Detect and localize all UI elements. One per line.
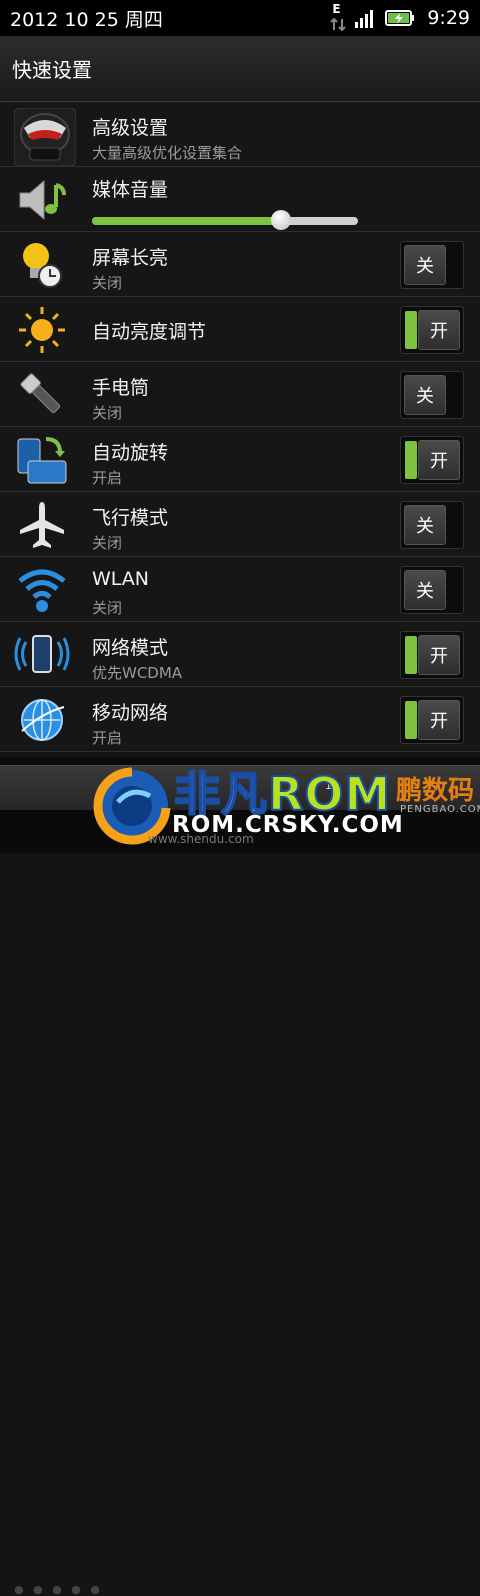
row-media-volume: 媒体音量 xyxy=(0,167,480,232)
toggle-label: 关 xyxy=(404,245,446,285)
settings-list: 高级设置 大量高级优化设置集合 媒体音量 屏幕长亮 关闭 关 自动亮度调节 开 … xyxy=(0,102,480,752)
wlan-subtitle: 关闭 xyxy=(92,599,123,617)
toggle-label: 关 xyxy=(404,375,446,415)
network-mode-subtitle: 优先WCDMA xyxy=(92,664,183,682)
page-title: 快速设置 xyxy=(12,58,92,82)
airplane-icon xyxy=(14,498,70,552)
advanced-settings-title: 高级设置 xyxy=(92,117,169,139)
signal-icon xyxy=(355,10,374,28)
row-flashlight[interactable]: 手电筒 关闭 关 xyxy=(0,362,480,427)
status-bar: 2012 10 25 周四 E 9:29 xyxy=(0,0,480,36)
auto-rotate-toggle[interactable]: 开 xyxy=(400,436,464,484)
airplane-mode-toggle[interactable]: 关 xyxy=(400,501,464,549)
toggle-label: 开 xyxy=(418,310,460,350)
advanced-settings-subtitle: 大量高级优化设置集合 xyxy=(92,144,243,162)
status-date: 2012 10 25 周四 xyxy=(10,8,163,31)
volume-slider[interactable] xyxy=(92,210,358,230)
auto-brightness-toggle[interactable]: 开 xyxy=(400,306,464,354)
volume-slider-thumb[interactable] xyxy=(270,210,291,230)
wifi-icon xyxy=(14,563,70,617)
screen-on-subtitle: 关闭 xyxy=(92,274,123,292)
mobile-network-toggle[interactable]: 开 xyxy=(400,696,464,744)
network-mode-toggle[interactable]: 开 xyxy=(400,631,464,679)
auto-rotate-title: 自动旋转 xyxy=(92,442,169,464)
flashlight-toggle[interactable]: 关 xyxy=(400,371,464,419)
row-screen-on[interactable]: 屏幕长亮 关闭 关 xyxy=(0,232,480,297)
phone-signal-icon xyxy=(14,628,70,682)
mobile-network-title: 移动网络 xyxy=(92,702,169,724)
mobile-network-subtitle: 开启 xyxy=(92,729,123,747)
toggle-on-indicator xyxy=(405,636,417,674)
toggle-label: 关 xyxy=(404,505,446,545)
watermark-peng: 鹏数码 xyxy=(396,776,475,806)
status-time: 9:29 xyxy=(427,7,470,29)
watermark-peng-en: PENGBAO.COM xyxy=(400,804,480,815)
globe-icon xyxy=(14,693,70,747)
wlan-title: WLAN xyxy=(92,568,150,590)
data-network-icon: E xyxy=(329,2,347,32)
screen-on-title: 屏幕长亮 xyxy=(92,247,169,269)
flashlight-title: 手电筒 xyxy=(92,377,150,399)
sun-icon xyxy=(14,303,70,357)
dots-decoration: ● ● ● ● ● xyxy=(14,1583,103,1596)
advanced-settings-icon xyxy=(13,107,77,167)
row-auto-brightness[interactable]: 自动亮度调节 开 xyxy=(0,297,480,362)
rotate-icon xyxy=(14,433,70,487)
flashlight-subtitle: 关闭 xyxy=(92,404,123,422)
flashlight-icon xyxy=(14,368,70,422)
screen-on-toggle[interactable]: 关 xyxy=(400,241,464,289)
toggle-label: 关 xyxy=(404,570,446,610)
airplane-mode-subtitle: 关闭 xyxy=(92,534,123,552)
toggle-label: 开 xyxy=(418,700,460,740)
row-network-mode[interactable]: 网络模式 优先WCDMA 开 xyxy=(0,622,480,687)
row-wlan[interactable]: WLAN 关闭 关 xyxy=(0,557,480,622)
speaker-music-icon xyxy=(14,173,70,227)
title-bar: 快速设置 xyxy=(0,36,480,102)
toggle-label: 开 xyxy=(418,635,460,675)
wlan-toggle[interactable]: 关 xyxy=(400,566,464,614)
auto-rotate-subtitle: 开启 xyxy=(92,469,123,487)
airplane-mode-title: 飞行模式 xyxy=(92,507,169,529)
battery-charging-icon xyxy=(385,10,415,26)
watermark-site: www.shendu.com xyxy=(148,832,254,846)
network-type-label: E xyxy=(332,2,341,16)
toggle-on-indicator xyxy=(405,441,417,479)
bulb-clock-icon xyxy=(14,238,70,292)
row-auto-rotate[interactable]: 自动旋转 开启 开 xyxy=(0,427,480,492)
toggle-on-indicator xyxy=(405,701,417,739)
media-volume-title: 媒体音量 xyxy=(92,179,169,201)
toggle-label: 开 xyxy=(418,440,460,480)
network-mode-title: 网络模式 xyxy=(92,637,169,659)
row-airplane-mode[interactable]: 飞行模式 关闭 关 xyxy=(0,492,480,557)
volume-slider-fill xyxy=(92,217,281,225)
row-mobile-network[interactable]: 移动网络 开启 开 xyxy=(0,687,480,752)
row-advanced-settings[interactable]: 高级设置 大量高级优化设置集合 xyxy=(0,102,480,167)
auto-brightness-title: 自动亮度调节 xyxy=(92,321,207,343)
toggle-on-indicator xyxy=(405,311,417,349)
